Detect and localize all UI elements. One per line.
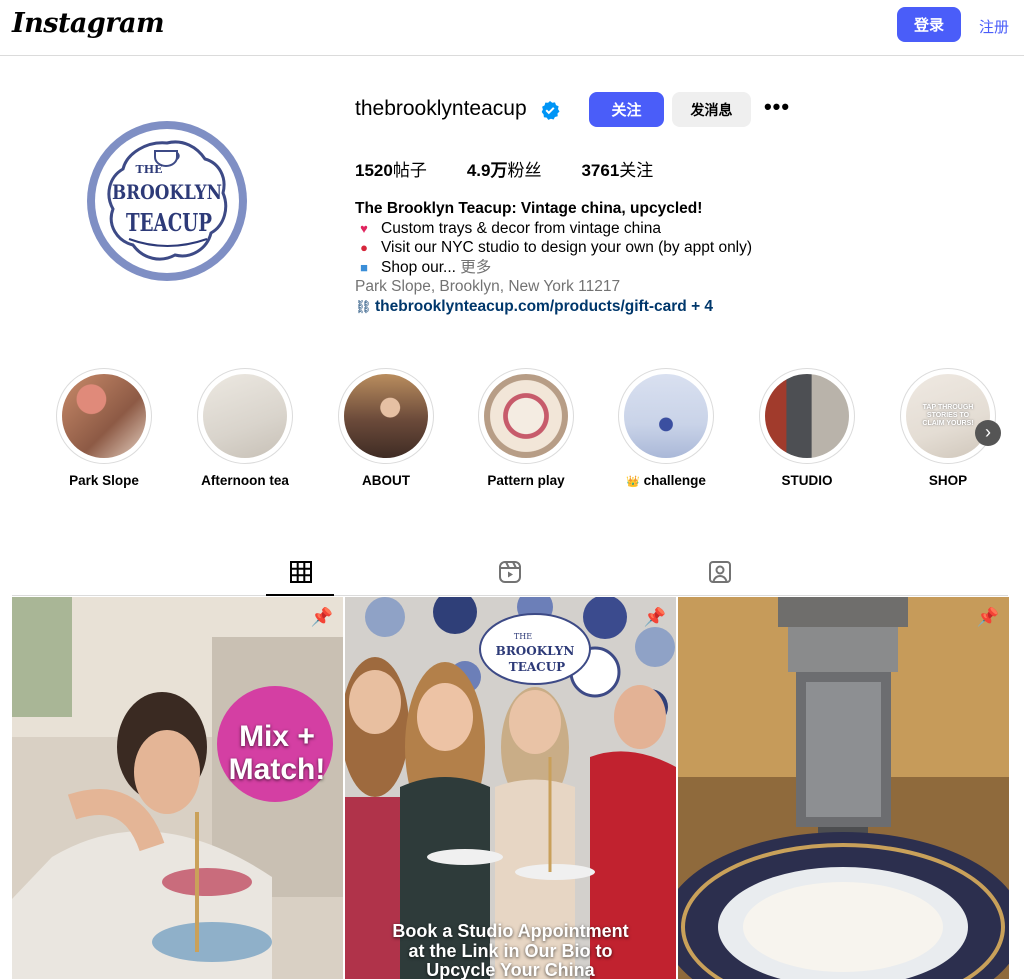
more-options-icon[interactable]: •••: [763, 96, 791, 122]
following-count: 3761: [581, 161, 620, 180]
bio-location: Park Slope, Brooklyn, New York 11217: [355, 278, 621, 295]
shopping-bag-icon: ■: [360, 259, 368, 275]
post-overlay-text: Upcycle Your China: [426, 960, 595, 979]
post-image: [678, 597, 1009, 979]
profile-stats: 1520帖子 4.9万粉丝 3761关注: [355, 156, 693, 181]
bio-line: ♥ Custom trays & decor from vintage china: [355, 219, 752, 239]
highlight-about[interactable]: ABOUT: [336, 368, 436, 488]
follow-button[interactable]: 关注: [589, 92, 664, 127]
bio-link-extra[interactable]: + 4: [691, 298, 713, 315]
highlight-cover: [203, 374, 287, 458]
highlight-ring: TAP THROUGH STORIES TO CLAIM YOURS!: [900, 368, 996, 464]
highlight-label-text: challenge: [643, 473, 706, 488]
highlight-cover: [484, 374, 568, 458]
post-overlay-text: Mix +: [239, 720, 315, 753]
instagram-logo[interactable]: Instagram: [12, 8, 165, 39]
followers-count: 4.9万: [466, 161, 508, 180]
highlight-label: STUDIO: [781, 473, 833, 488]
highlight-ring: [338, 368, 434, 464]
post-sign-line3: TEACUP: [509, 660, 565, 674]
highlight-challenge[interactable]: 👑 challenge: [616, 368, 716, 488]
reels-icon[interactable]: [498, 560, 522, 584]
highlight-ring: [759, 368, 855, 464]
bio-line-text: Visit our NYC studio to design your own …: [381, 239, 753, 256]
profile-avatar[interactable]: THE BROOKLYN TEACUP: [87, 121, 247, 281]
following-stat[interactable]: 3761关注: [581, 156, 653, 181]
post-sign-line1: THE: [514, 632, 532, 641]
pinned-icon: 📌: [976, 607, 999, 627]
highlight-ring: [618, 368, 714, 464]
posts-label: 帖子: [392, 161, 427, 180]
highlight-cover: [765, 374, 849, 458]
pushpin-icon: ●: [360, 240, 368, 255]
highlight-cover: [62, 374, 146, 458]
highlight-afternoon-tea[interactable]: Afternoon tea: [195, 368, 295, 488]
tagged-icon[interactable]: [708, 560, 732, 584]
active-tab-indicator: [266, 594, 334, 596]
bio-line: ■ Shop our... 更多: [355, 258, 752, 278]
highlight-cover: [624, 374, 708, 458]
crown-icon: 👑: [626, 476, 640, 488]
highlight-label: 👑 challenge: [616, 473, 716, 488]
grid-icon[interactable]: [289, 560, 313, 584]
profile-username: thebrooklynteacup: [355, 97, 527, 120]
post-tile[interactable]: Mix + Match! 📌: [12, 597, 343, 979]
post-image: [12, 597, 343, 979]
highlight-label: Pattern play: [487, 473, 565, 488]
link-icon: ⛓: [355, 298, 372, 314]
bio-more-link[interactable]: 更多: [460, 259, 491, 276]
highlight-label: ABOUT: [362, 473, 410, 488]
tabs-divider: [12, 595, 1008, 596]
highlight-ring: [56, 368, 152, 464]
bio-line-text: Custom trays & decor from vintage china: [381, 219, 661, 237]
bio-link[interactable]: thebrooklynteacup.com/products/gift-card: [375, 298, 687, 315]
highlight-label: SHOP: [928, 473, 968, 488]
avatar-logo-line2: BROOKLYN: [112, 180, 222, 204]
followers-stat[interactable]: 4.9万粉丝: [467, 156, 542, 181]
highlight-cover-text: TAP THROUGH STORIES TO CLAIM YOURS!: [922, 404, 974, 427]
heart-icon: ♥: [360, 220, 368, 236]
top-bar: Instagram 登录 注册: [0, 0, 1024, 56]
highlight-pattern-play[interactable]: Pattern play: [476, 368, 576, 488]
verified-badge-icon: [541, 101, 560, 120]
bio-title: The Brooklyn Teacup: Vintage china, upcy…: [355, 200, 703, 217]
bio-line: ● Visit our NYC studio to design your own…: [355, 238, 752, 258]
post-tile[interactable]: 📌: [678, 597, 1009, 979]
signup-link[interactable]: 注册: [979, 16, 1009, 37]
highlight-label: Park Slope: [69, 473, 139, 488]
highlight-cover: TAP THROUGH STORIES TO CLAIM YOURS!: [906, 374, 990, 458]
highlight-park-slope[interactable]: Park Slope: [54, 368, 154, 488]
login-button[interactable]: 登录: [897, 7, 961, 42]
highlight-cover: [344, 374, 428, 458]
post-overlay-text: at the Link in Our Bio to: [408, 941, 613, 961]
post-overlay-text: Match!: [228, 753, 326, 786]
avatar-logo-line1: THE: [136, 163, 163, 176]
brooklyn-teacup-logo: THE BROOKLYN TEACUP: [107, 140, 228, 261]
bio-line-text: Shop our...: [381, 258, 456, 276]
profile-bio: The Brooklyn Teacup: Vintage china, upcy…: [355, 199, 752, 316]
bio-link-row[interactable]: ⛓ thebrooklynteacup.com/products/gift-car…: [355, 297, 752, 317]
post-sign-line2: BROOKLYN: [496, 644, 575, 658]
avatar-logo-line3: TEACUP: [126, 208, 212, 237]
message-button[interactable]: 发消息: [672, 92, 751, 127]
post-tile[interactable]: THE BROOKLYN TEACUP Book a Studio Appoin…: [345, 597, 676, 979]
highlight-label: Afternoon tea: [201, 473, 289, 488]
following-label: 关注: [619, 161, 654, 180]
posts-stat: 1520帖子: [355, 156, 427, 181]
posts-count: 1520: [355, 161, 393, 180]
pinned-icon: 📌: [310, 607, 333, 627]
followers-label: 粉丝: [507, 161, 542, 180]
highlight-ring: [478, 368, 574, 464]
post-overlay-text: Book a Studio Appointment: [392, 921, 629, 941]
chevron-right-icon[interactable]: ›: [975, 420, 1001, 446]
highlight-ring: [197, 368, 293, 464]
highlight-studio[interactable]: STUDIO: [757, 368, 857, 488]
pinned-icon: 📌: [643, 607, 666, 627]
